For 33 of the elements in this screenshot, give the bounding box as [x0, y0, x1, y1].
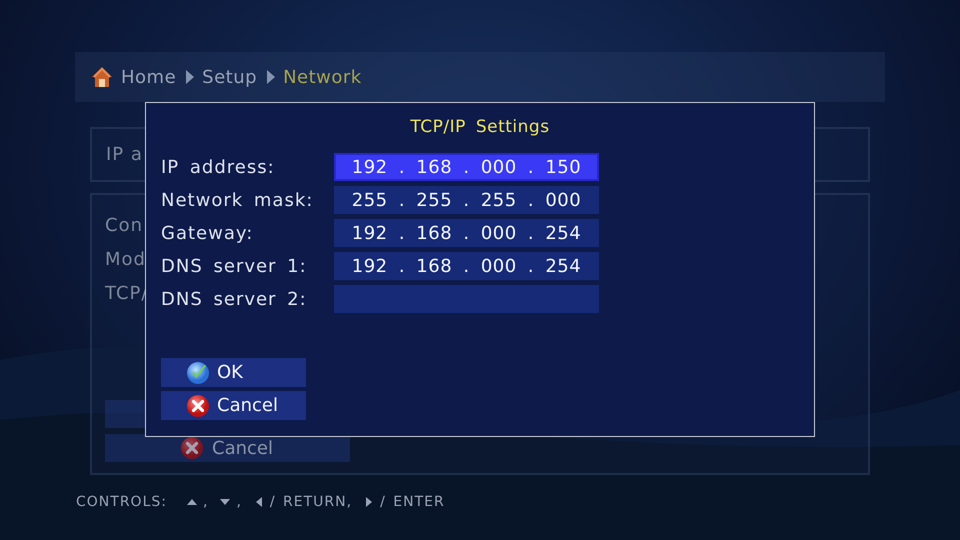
breadcrumb-item[interactable]: Home	[121, 66, 176, 88]
breadcrumb-item[interactable]: Setup	[202, 66, 258, 88]
caret-icon	[186, 70, 194, 84]
ok-button[interactable]: OK	[161, 358, 306, 387]
cancel-button[interactable]: Cancel	[161, 391, 306, 420]
check-icon	[186, 360, 210, 384]
field-label: DNS server 1:	[161, 256, 308, 276]
field-label: Network mask:	[161, 190, 314, 210]
up-arrow-icon	[186, 497, 197, 507]
field-label: Gateway:	[161, 222, 254, 244]
close-icon	[186, 394, 210, 418]
ip-field[interactable]: 192 . 168 . 000 . 150	[334, 153, 599, 181]
right-arrow-icon	[364, 497, 374, 507]
controls-label: CONTROLS:	[76, 494, 167, 510]
control-hint: / RETURN,	[270, 494, 352, 510]
left-arrow-icon	[254, 497, 264, 507]
menu-button[interactable]: Cancel	[105, 434, 350, 462]
field-label: DNS server 2:	[161, 288, 308, 310]
ip-field[interactable]: 192 . 168 . 000 . 254	[334, 252, 599, 280]
dialog-title: TCP/IP Settings	[409, 117, 551, 139]
down-arrow-icon	[220, 497, 230, 507]
ip-field[interactable]	[334, 285, 599, 313]
ip-field[interactable]: 255 . 255 . 255 . 000	[334, 186, 599, 214]
control-hint: / ENTER	[380, 494, 445, 510]
control-hint: ,	[202, 494, 208, 510]
breadcrumb-item[interactable]: Network	[283, 66, 362, 88]
ip-field[interactable]: 192 . 168 . 000 . 254	[334, 219, 599, 247]
home-icon	[91, 66, 113, 88]
control-hint: ,	[236, 494, 242, 510]
field-label: IP a	[106, 144, 143, 165]
close-icon	[180, 436, 204, 460]
caret-icon	[267, 70, 276, 84]
field-label: IP address:	[161, 156, 276, 178]
